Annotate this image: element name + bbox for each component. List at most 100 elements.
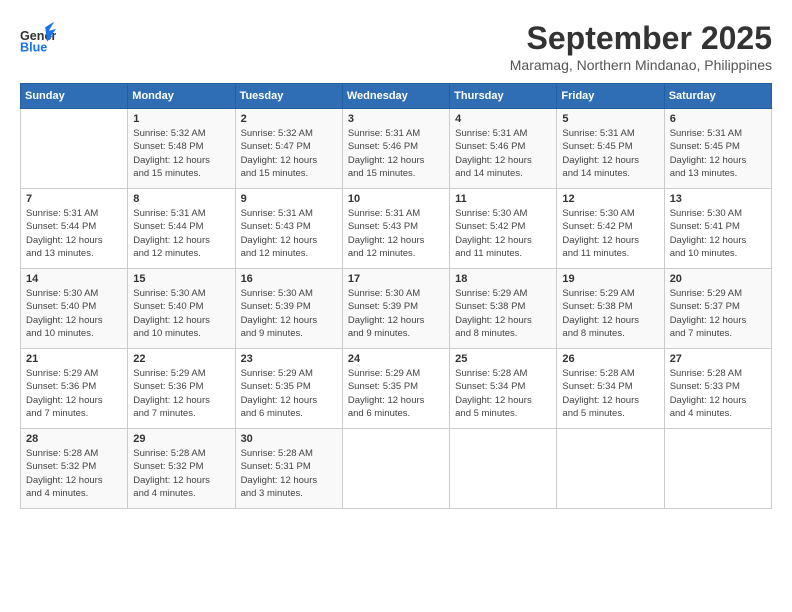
- day-info: Sunrise: 5:29 AM Sunset: 5:35 PM Dayligh…: [241, 367, 337, 420]
- day-number: 10: [348, 193, 444, 205]
- day-info: Sunrise: 5:29 AM Sunset: 5:37 PM Dayligh…: [670, 287, 766, 340]
- header: General Blue September 2025 Maramag, Nor…: [20, 20, 772, 73]
- calendar-cell: 10 Sunrise: 5:31 AM Sunset: 5:43 PM Dayli…: [342, 189, 449, 269]
- day-info: Sunrise: 5:31 AM Sunset: 5:43 PM Dayligh…: [241, 207, 337, 260]
- calendar-cell: 27Sunrise: 5:28 AM Sunset: 5:33 PM Dayli…: [664, 349, 771, 429]
- calendar-cell: 28 Sunrise: 5:28 AM Sunset: 5:32 PM Dayli…: [21, 429, 128, 509]
- calendar-cell: 26 Sunrise: 5:28 AM Sunset: 5:34 PM Dayli…: [557, 349, 664, 429]
- calendar-cell: 11Sunrise: 5:30 AM Sunset: 5:42 PM Dayli…: [450, 189, 557, 269]
- calendar-cell: [664, 429, 771, 509]
- week-row-5: 28 Sunrise: 5:28 AM Sunset: 5:32 PM Dayli…: [21, 429, 772, 509]
- weekday-header-friday: Friday: [557, 84, 664, 109]
- day-number: 26: [562, 353, 658, 365]
- week-row-4: 21 Sunrise: 5:29 AM Sunset: 5:36 PM Dayli…: [21, 349, 772, 429]
- calendar-cell: 3Sunrise: 5:31 AM Sunset: 5:46 PM Daylig…: [342, 109, 449, 189]
- day-number: 28: [26, 433, 122, 445]
- week-row-1: 1 Sunrise: 5:32 AM Sunset: 5:48 PM Daylig…: [21, 109, 772, 189]
- weekday-header-saturday: Saturday: [664, 84, 771, 109]
- day-info: Sunrise: 5:28 AM Sunset: 5:32 PM Dayligh…: [133, 447, 229, 500]
- day-number: 25: [455, 353, 551, 365]
- day-number: 8: [133, 193, 229, 205]
- day-number: 13: [670, 193, 766, 205]
- day-number: 9: [241, 193, 337, 205]
- calendar-cell: 12 Sunrise: 5:30 AM Sunset: 5:42 PM Dayli…: [557, 189, 664, 269]
- day-info: Sunrise: 5:30 AM Sunset: 5:40 PM Dayligh…: [26, 287, 122, 340]
- day-number: 5: [562, 113, 658, 125]
- calendar-cell: 5Sunrise: 5:31 AM Sunset: 5:45 PM Daylig…: [557, 109, 664, 189]
- calendar-cell: 19 Sunrise: 5:29 AM Sunset: 5:38 PM Dayli…: [557, 269, 664, 349]
- calendar-cell: 8 Sunrise: 5:31 AM Sunset: 5:44 PM Daylig…: [128, 189, 235, 269]
- day-number: 29: [133, 433, 229, 445]
- day-info: Sunrise: 5:29 AM Sunset: 5:35 PM Dayligh…: [348, 367, 444, 420]
- day-info: Sunrise: 5:28 AM Sunset: 5:34 PM Dayligh…: [562, 367, 658, 420]
- day-number: 1: [133, 113, 229, 125]
- day-info: Sunrise: 5:30 AM Sunset: 5:39 PM Dayligh…: [348, 287, 444, 340]
- calendar-cell: 20 Sunrise: 5:29 AM Sunset: 5:37 PM Dayli…: [664, 269, 771, 349]
- day-number: 15: [133, 273, 229, 285]
- day-number: 6: [670, 113, 766, 125]
- day-info: Sunrise: 5:28 AM Sunset: 5:31 PM Dayligh…: [241, 447, 337, 500]
- calendar-cell: 21Sunrise: 5:29 AM Sunset: 5:36 PM Dayli…: [21, 349, 128, 429]
- calendar-cell: [21, 109, 128, 189]
- day-info: Sunrise: 5:30 AM Sunset: 5:40 PM Dayligh…: [133, 287, 229, 340]
- day-number: 18: [455, 273, 551, 285]
- day-number: 19: [562, 273, 658, 285]
- weekday-header-thursday: Thursday: [450, 84, 557, 109]
- day-info: Sunrise: 5:30 AM Sunset: 5:41 PM Dayligh…: [670, 207, 766, 260]
- day-info: Sunrise: 5:29 AM Sunset: 5:38 PM Dayligh…: [455, 287, 551, 340]
- calendar-cell: 16Sunrise: 5:30 AM Sunset: 5:39 PM Dayli…: [235, 269, 342, 349]
- calendar-cell: 30 Sunrise: 5:28 AM Sunset: 5:31 PM Dayli…: [235, 429, 342, 509]
- calendar-table: SundayMondayTuesdayWednesdayThursdayFrid…: [20, 83, 772, 509]
- day-info: Sunrise: 5:32 AM Sunset: 5:48 PM Dayligh…: [133, 127, 229, 180]
- day-number: 14: [26, 273, 122, 285]
- weekday-header-row: SundayMondayTuesdayWednesdayThursdayFrid…: [21, 84, 772, 109]
- calendar-cell: 25 Sunrise: 5:28 AM Sunset: 5:34 PM Dayli…: [450, 349, 557, 429]
- calendar-cell: 2Sunrise: 5:32 AM Sunset: 5:47 PM Daylig…: [235, 109, 342, 189]
- day-number: 21: [26, 353, 122, 365]
- calendar-cell: 23Sunrise: 5:29 AM Sunset: 5:35 PM Dayli…: [235, 349, 342, 429]
- title-area: September 2025 Maramag, Northern Mindana…: [510, 20, 772, 73]
- calendar-cell: [450, 429, 557, 509]
- calendar-cell: 6 Sunrise: 5:31 AM Sunset: 5:45 PM Daylig…: [664, 109, 771, 189]
- day-info: Sunrise: 5:30 AM Sunset: 5:42 PM Dayligh…: [562, 207, 658, 260]
- weekday-header-tuesday: Tuesday: [235, 84, 342, 109]
- location-title: Maramag, Northern Mindanao, Philippines: [510, 57, 772, 73]
- day-info: Sunrise: 5:31 AM Sunset: 5:46 PM Dayligh…: [348, 127, 444, 180]
- day-number: 24: [348, 353, 444, 365]
- weekday-header-monday: Monday: [128, 84, 235, 109]
- day-info: Sunrise: 5:30 AM Sunset: 5:39 PM Dayligh…: [241, 287, 337, 340]
- calendar-cell: 29 Sunrise: 5:28 AM Sunset: 5:32 PM Dayli…: [128, 429, 235, 509]
- day-info: Sunrise: 5:31 AM Sunset: 5:43 PM Dayligh…: [348, 207, 444, 260]
- day-number: 20: [670, 273, 766, 285]
- day-number: 7: [26, 193, 122, 205]
- week-row-3: 14 Sunrise: 5:30 AM Sunset: 5:40 PM Dayli…: [21, 269, 772, 349]
- svg-text:Blue: Blue: [20, 41, 47, 55]
- day-info: Sunrise: 5:31 AM Sunset: 5:44 PM Dayligh…: [133, 207, 229, 260]
- day-info: Sunrise: 5:31 AM Sunset: 5:45 PM Dayligh…: [670, 127, 766, 180]
- day-info: Sunrise: 5:31 AM Sunset: 5:44 PM Dayligh…: [26, 207, 122, 260]
- month-title: September 2025: [510, 20, 772, 57]
- day-info: Sunrise: 5:31 AM Sunset: 5:46 PM Dayligh…: [455, 127, 551, 180]
- calendar-cell: 22Sunrise: 5:29 AM Sunset: 5:36 PM Dayli…: [128, 349, 235, 429]
- day-info: Sunrise: 5:29 AM Sunset: 5:38 PM Dayligh…: [562, 287, 658, 340]
- week-row-2: 7 Sunrise: 5:31 AM Sunset: 5:44 PM Daylig…: [21, 189, 772, 269]
- day-number: 30: [241, 433, 337, 445]
- calendar-cell: 4 Sunrise: 5:31 AM Sunset: 5:46 PM Daylig…: [450, 109, 557, 189]
- day-number: 12: [562, 193, 658, 205]
- day-number: 11: [455, 193, 551, 205]
- calendar-cell: 14 Sunrise: 5:30 AM Sunset: 5:40 PM Dayli…: [21, 269, 128, 349]
- calendar-cell: [557, 429, 664, 509]
- day-number: 27: [670, 353, 766, 365]
- calendar-cell: [342, 429, 449, 509]
- calendar-cell: 15 Sunrise: 5:30 AM Sunset: 5:40 PM Dayli…: [128, 269, 235, 349]
- weekday-header-sunday: Sunday: [21, 84, 128, 109]
- calendar-cell: 17Sunrise: 5:30 AM Sunset: 5:39 PM Dayli…: [342, 269, 449, 349]
- calendar-cell: 9 Sunrise: 5:31 AM Sunset: 5:43 PM Daylig…: [235, 189, 342, 269]
- day-info: Sunrise: 5:28 AM Sunset: 5:32 PM Dayligh…: [26, 447, 122, 500]
- calendar-cell: 24 Sunrise: 5:29 AM Sunset: 5:35 PM Dayli…: [342, 349, 449, 429]
- day-info: Sunrise: 5:28 AM Sunset: 5:34 PM Dayligh…: [455, 367, 551, 420]
- calendar-cell: 7 Sunrise: 5:31 AM Sunset: 5:44 PM Daylig…: [21, 189, 128, 269]
- day-info: Sunrise: 5:29 AM Sunset: 5:36 PM Dayligh…: [133, 367, 229, 420]
- day-info: Sunrise: 5:32 AM Sunset: 5:47 PM Dayligh…: [241, 127, 337, 180]
- day-number: 4: [455, 113, 551, 125]
